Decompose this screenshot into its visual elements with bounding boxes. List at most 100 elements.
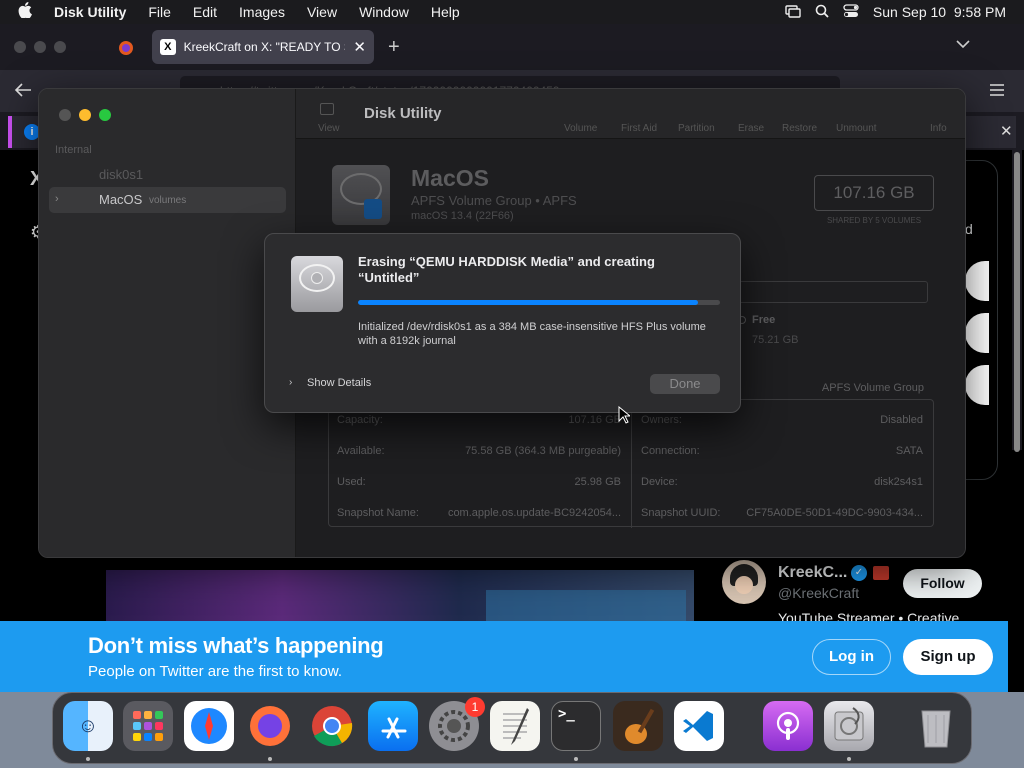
back-arrow-icon[interactable] [14, 82, 32, 103]
disclosure-triangle-icon[interactable]: › [289, 377, 292, 388]
sidebar-button-2[interactable] [965, 313, 989, 353]
volume-size-caption: SHARED BY 5 VOLUMES [826, 216, 922, 225]
disk-utility-icon[interactable] [824, 701, 874, 751]
tab-bar: X KreekCraft on X: "READY TO ST ✕ + [0, 24, 1024, 70]
scrollbar-track[interactable] [1012, 150, 1022, 452]
tab-title: KreekCraft on X: "READY TO ST [183, 40, 346, 54]
login-button[interactable]: Log in [812, 639, 891, 675]
new-tab-icon[interactable]: + [388, 36, 400, 59]
sidebar-item-macos[interactable]: › MacOS volumes [49, 187, 286, 213]
window-zoom-button[interactable] [54, 41, 66, 53]
avatar[interactable] [722, 560, 766, 604]
toolbar-erase[interactable]: Erase [738, 123, 764, 134]
safari-icon[interactable] [184, 701, 234, 751]
info-row: Available: 75.58 GB (364.3 MB purgeable) [337, 445, 621, 457]
terminal-icon[interactable]: >_ [551, 701, 601, 751]
control-center-icon[interactable] [843, 3, 859, 21]
hamburger-menu-icon[interactable] [990, 83, 1004, 101]
profile-name[interactable]: KreekC... [778, 564, 847, 582]
vscode-icon[interactable] [674, 701, 724, 751]
affiliate-badge-icon [873, 566, 889, 580]
menu-clock[interactable]: Sun Sep 10 9:58 PM [873, 4, 1006, 20]
menu-edit[interactable]: Edit [182, 4, 228, 20]
tab-twitter[interactable]: X KreekCraft on X: "READY TO ST ✕ [152, 30, 374, 64]
done-button[interactable]: Done [650, 374, 720, 394]
sidebar-toggle-icon[interactable] [320, 103, 334, 115]
menu-bar: Disk Utility File Edit Images View Windo… [0, 0, 1024, 24]
banner-subtitle: People on Twitter are the first to know. [88, 663, 343, 680]
follow-button[interactable]: Follow [903, 569, 982, 598]
toolbar-view[interactable]: View [318, 123, 340, 134]
free-label: Free [752, 314, 776, 326]
toolbar-first-aid[interactable]: First Aid [621, 123, 657, 134]
toolbar-restore[interactable]: Restore [782, 123, 817, 134]
du-minimize-button[interactable] [79, 109, 91, 121]
toolbar-partition[interactable]: Partition [678, 123, 715, 134]
volume-subtitle: APFS Volume Group • APFS [411, 193, 577, 208]
menu-images[interactable]: Images [228, 4, 296, 20]
firefox-view-icon[interactable] [118, 40, 134, 61]
menu-help[interactable]: Help [420, 4, 471, 20]
info-table: Capacity: 107.16 GB Available: 75.58 GB (3… [328, 399, 934, 528]
window-close-button[interactable] [14, 41, 26, 53]
running-indicator [268, 757, 272, 761]
menu-view[interactable]: View [296, 4, 348, 20]
notification-close-icon[interactable]: ✕ [1000, 122, 1013, 140]
tab-close-icon[interactable]: ✕ [353, 38, 366, 56]
volume-disk-icon [332, 165, 390, 225]
signup-button[interactable]: Sign up [903, 639, 993, 675]
screen-mirroring-icon[interactable] [785, 4, 801, 21]
dialog-message: Initialized /dev/rdisk0s1 as a 384 MB ca… [358, 321, 706, 347]
app-store-icon[interactable] [368, 701, 418, 751]
garageband-icon[interactable] [613, 701, 663, 751]
banner-title: Don’t miss what’s happening [88, 633, 384, 658]
progress-bar-fill [358, 300, 699, 305]
podcasts-icon[interactable] [763, 701, 813, 751]
du-zoom-button[interactable] [99, 109, 111, 121]
menu-file[interactable]: File [137, 4, 182, 20]
volume-name: MacOS [411, 165, 489, 191]
running-indicator [86, 757, 90, 761]
sidebar-button-3[interactable] [965, 365, 989, 405]
menu-window[interactable]: Window [348, 4, 420, 20]
disclosure-chevron-icon[interactable]: › [55, 193, 59, 205]
trash-icon[interactable] [911, 701, 961, 751]
login-banner: Don’t miss what’s happening People on Tw… [0, 621, 1008, 692]
du-toolbar: View Disk Utility Volume First Aid Parti… [296, 89, 965, 139]
mouse-cursor-icon [618, 405, 632, 429]
firefox-icon[interactable] [245, 701, 295, 751]
launchpad-icon[interactable] [123, 701, 173, 751]
sidebar-card-letter: d [965, 221, 973, 237]
hard-disk-icon [291, 256, 343, 312]
apple-menu-icon[interactable] [0, 1, 43, 23]
finder-icon[interactable]: ☺ [63, 701, 113, 751]
sidebar-button-1[interactable] [965, 261, 989, 301]
usage-bar [736, 281, 928, 303]
running-indicator [847, 757, 851, 761]
info-row: Snapshot Name: com.apple.os.update-BC9242… [337, 507, 621, 519]
textedit-icon[interactable] [490, 701, 540, 751]
sidebar-section-internal: Internal [55, 144, 92, 156]
menu-app-name[interactable]: Disk Utility [43, 4, 137, 20]
chrome-icon[interactable] [307, 701, 357, 751]
sidebar-item-disk0s1[interactable]: disk0s1 [99, 167, 143, 182]
dialog-title: Erasing “QEMU HARDDISK Media” and creati… [358, 254, 655, 285]
volume-size: 107.16 GB [814, 175, 934, 211]
show-details-button[interactable]: Show Details [307, 377, 371, 389]
info-row: Used: 25.98 GB [337, 476, 621, 488]
toolbar-unmount[interactable]: Unmount [836, 123, 877, 134]
info-row: Snapshot UUID: CF75A0DE-50D1-49DC-9903-43… [641, 507, 923, 519]
toolbar-info[interactable]: Info [930, 123, 947, 134]
sidebar-item-sub: volumes [149, 195, 187, 206]
info-type-value: APFS Volume Group [821, 382, 924, 394]
toolbar-volume[interactable]: Volume [564, 123, 597, 134]
sidebar-item-label: MacOS [99, 192, 143, 207]
running-indicator [574, 757, 578, 761]
scrollbar-thumb[interactable] [1014, 152, 1020, 452]
window-minimize-button[interactable] [34, 41, 46, 53]
profile-handle[interactable]: @KreekCraft [778, 585, 859, 601]
du-window-title: Disk Utility [364, 105, 442, 122]
spotlight-search-icon[interactable] [815, 4, 829, 21]
du-close-button[interactable] [59, 109, 71, 121]
list-tabs-chevron-icon[interactable] [956, 36, 970, 52]
